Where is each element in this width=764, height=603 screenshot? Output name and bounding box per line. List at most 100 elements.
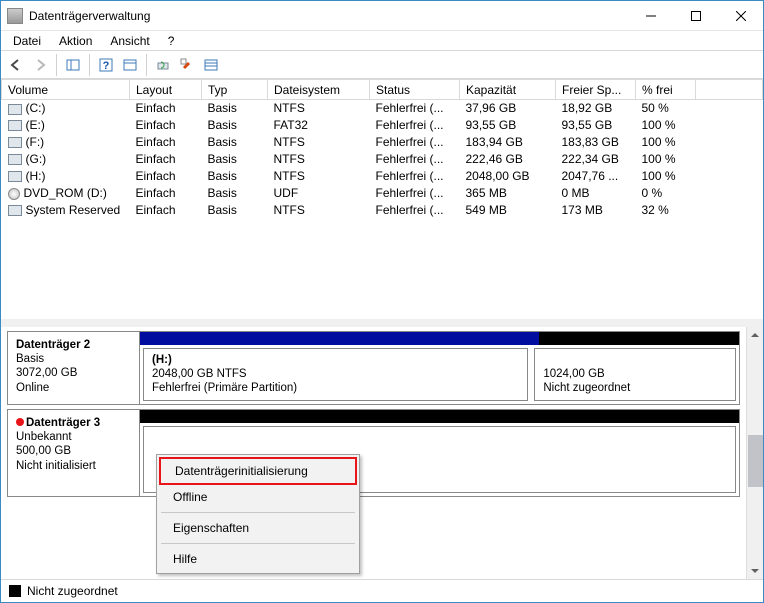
- drive-icon: [8, 137, 22, 148]
- cell-capacity: 365 MB: [460, 185, 556, 202]
- menu-help[interactable]: ?: [160, 33, 183, 49]
- cell-type: Basis: [202, 151, 268, 168]
- table-row[interactable]: (C:)EinfachBasisNTFSFehlerfrei (...37,96…: [2, 100, 763, 117]
- cell-status: Fehlerfrei (...: [370, 117, 460, 134]
- cell-capacity: 222,46 GB: [460, 151, 556, 168]
- table-row[interactable]: (F:)EinfachBasisNTFSFehlerfrei (...183,9…: [2, 134, 763, 151]
- col-status[interactable]: Status: [370, 80, 460, 100]
- settings-button[interactable]: [176, 54, 198, 76]
- context-menu: Datenträgerinitialisierung Offline Eigen…: [156, 454, 360, 574]
- disk-row-2[interactable]: Datenträger 2 Basis 3072,00 GB Online (H…: [7, 331, 740, 405]
- cell-pct: 100 %: [636, 168, 696, 185]
- table-row[interactable]: (E:)EinfachBasisFAT32Fehlerfrei (...93,5…: [2, 117, 763, 134]
- error-icon: [16, 418, 24, 426]
- window-title: Datenträgerverwaltung: [29, 9, 628, 23]
- minimize-button[interactable]: [628, 1, 673, 30]
- close-button[interactable]: [718, 1, 763, 30]
- cell-free: 173 MB: [556, 202, 636, 219]
- partition-h[interactable]: (H:) 2048,00 GB NTFS Fehlerfrei (Primäre…: [143, 348, 528, 401]
- cell-layout: Einfach: [130, 168, 202, 185]
- col-pct[interactable]: % frei: [636, 80, 696, 100]
- partition-name: (H:): [152, 353, 519, 367]
- cell-status: Fehlerfrei (...: [370, 168, 460, 185]
- col-layout[interactable]: Layout: [130, 80, 202, 100]
- disk-row-3[interactable]: Datenträger 3 Unbekannt 500,00 GB Nicht …: [7, 409, 740, 497]
- col-capacity[interactable]: Kapazität: [460, 80, 556, 100]
- cell-filesystem: NTFS: [268, 151, 370, 168]
- cell-layout: Einfach: [130, 185, 202, 202]
- table-row[interactable]: (G:)EinfachBasisNTFSFehlerfrei (...222,4…: [2, 151, 763, 168]
- col-spacer: [696, 80, 763, 100]
- disk-info: Datenträger 2 Basis 3072,00 GB Online: [8, 332, 140, 404]
- cell-capacity: 183,94 GB: [460, 134, 556, 151]
- drive-icon: [8, 120, 22, 131]
- properties-button[interactable]: [119, 54, 141, 76]
- cell-pct: 100 %: [636, 151, 696, 168]
- menu-action[interactable]: Aktion: [51, 33, 100, 49]
- cell-volume: (C:): [26, 101, 46, 115]
- cell-filesystem: NTFS: [268, 134, 370, 151]
- drive-icon: [8, 154, 22, 165]
- cell-layout: Einfach: [130, 151, 202, 168]
- disk-state: Nicht initialisiert: [16, 459, 131, 473]
- partition-status: Fehlerfrei (Primäre Partition): [152, 381, 519, 395]
- help-button[interactable]: ?: [95, 54, 117, 76]
- disk-state: Online: [16, 381, 131, 395]
- disk-size: 500,00 GB: [16, 444, 131, 458]
- cell-volume: (E:): [26, 118, 45, 132]
- col-type[interactable]: Typ: [202, 80, 268, 100]
- refresh-button[interactable]: [152, 54, 174, 76]
- ctx-offline[interactable]: Offline: [159, 485, 357, 509]
- drive-icon: [8, 171, 22, 182]
- cell-capacity: 93,55 GB: [460, 117, 556, 134]
- cell-type: Basis: [202, 134, 268, 151]
- ctx-properties[interactable]: Eigenschaften: [159, 516, 357, 540]
- ctx-separator: [161, 543, 355, 544]
- show-hide-tree-button[interactable]: [62, 54, 84, 76]
- toolbar-separator: [89, 54, 90, 76]
- cell-pct: 32 %: [636, 202, 696, 219]
- toolbar: ?: [1, 51, 763, 79]
- table-row[interactable]: System ReservedEinfachBasisNTFSFehlerfre…: [2, 202, 763, 219]
- cell-free: 93,55 GB: [556, 117, 636, 134]
- col-free[interactable]: Freier Sp...: [556, 80, 636, 100]
- scroll-down-button[interactable]: [747, 562, 762, 579]
- app-icon: [7, 8, 23, 24]
- cell-status: Fehlerfrei (...: [370, 202, 460, 219]
- menu-file[interactable]: Datei: [5, 33, 49, 49]
- menu-view[interactable]: Ansicht: [102, 33, 157, 49]
- cell-type: Basis: [202, 117, 268, 134]
- legend-swatch-unallocated: [9, 585, 21, 597]
- vertical-scrollbar[interactable]: [746, 327, 763, 580]
- cell-volume: (H:): [26, 169, 46, 183]
- table-row[interactable]: (H:)EinfachBasisNTFSFehlerfrei (...2048,…: [2, 168, 763, 185]
- cell-filesystem: NTFS: [268, 168, 370, 185]
- cell-capacity: 2048,00 GB: [460, 168, 556, 185]
- menu-bar: Datei Aktion Ansicht ?: [1, 31, 763, 51]
- back-button[interactable]: [5, 54, 27, 76]
- cell-filesystem: NTFS: [268, 100, 370, 117]
- table-row[interactable]: DVD_ROM (D:)EinfachBasisUDFFehlerfrei (.…: [2, 185, 763, 202]
- cell-status: Fehlerfrei (...: [370, 100, 460, 117]
- ctx-help[interactable]: Hilfe: [159, 547, 357, 571]
- disc-icon: [8, 188, 20, 200]
- ctx-initialize-disk[interactable]: Datenträgerinitialisierung: [159, 457, 357, 485]
- partition-bar-uninit: [140, 410, 739, 423]
- cell-volume: System Reserved: [26, 203, 121, 217]
- cell-type: Basis: [202, 100, 268, 117]
- scroll-up-button[interactable]: [747, 327, 762, 344]
- forward-button[interactable]: [29, 54, 51, 76]
- svg-text:?: ?: [103, 60, 110, 72]
- cell-pct: 50 %: [636, 100, 696, 117]
- partition-unallocated[interactable]: 1024,00 GB Nicht zugeordnet: [534, 348, 736, 401]
- maximize-button[interactable]: [673, 1, 718, 30]
- col-filesystem[interactable]: Dateisystem: [268, 80, 370, 100]
- col-volume[interactable]: Volume: [2, 80, 130, 100]
- cell-volume: (F:): [26, 135, 45, 149]
- cell-capacity: 549 MB: [460, 202, 556, 219]
- cell-pct: 100 %: [636, 134, 696, 151]
- cell-type: Basis: [202, 185, 268, 202]
- scroll-thumb[interactable]: [748, 435, 763, 487]
- toolbar-separator: [56, 54, 57, 76]
- list-view-button[interactable]: [200, 54, 222, 76]
